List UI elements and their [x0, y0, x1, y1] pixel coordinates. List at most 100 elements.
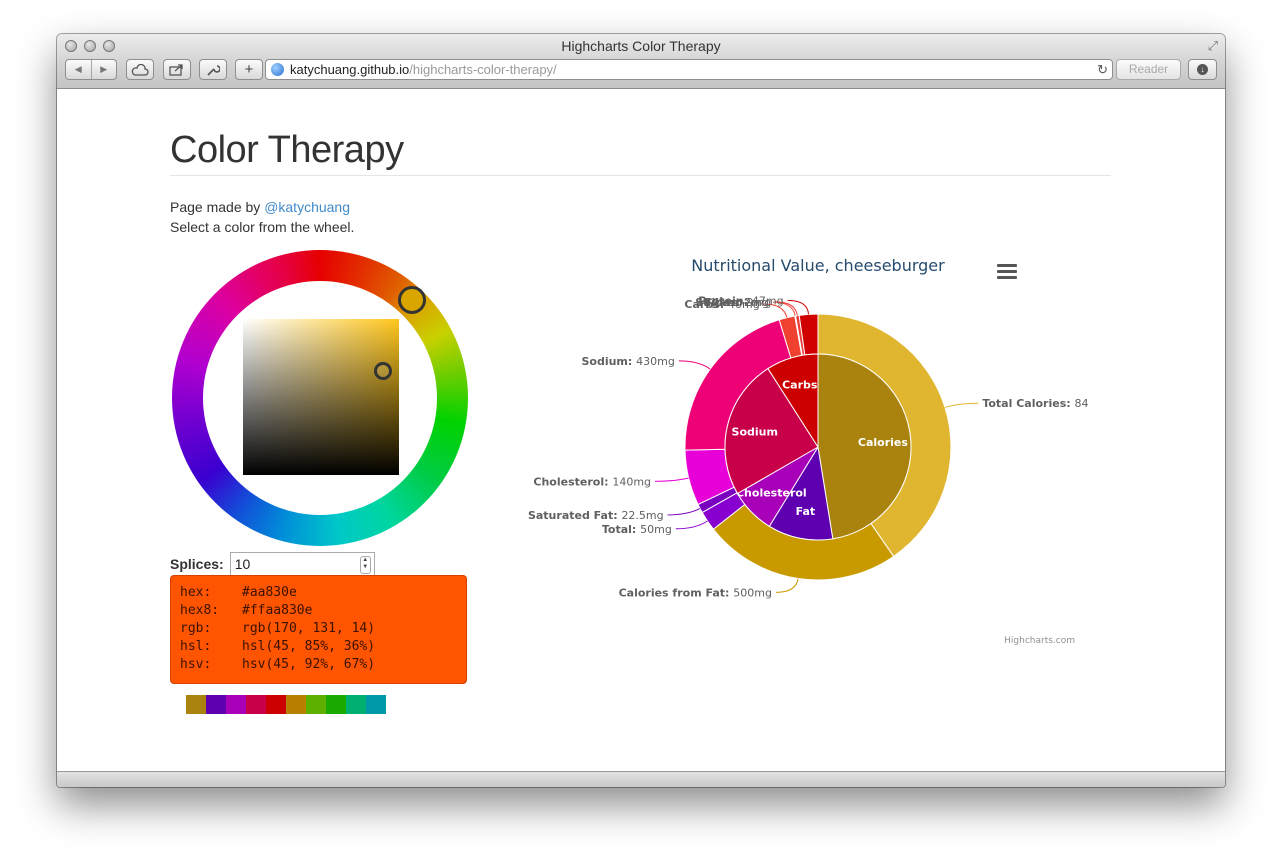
color-format-value: #ffaa830e: [242, 603, 313, 618]
outer-data-label: Calories from Fat: 500mg: [619, 586, 772, 599]
reader-button[interactable]: Reader: [1116, 59, 1181, 80]
browser-window: Highcharts Color Therapy ⤢ ◀ ▶ + katychu…: [57, 34, 1225, 787]
color-format-label: hsl:: [180, 639, 212, 654]
stepper-arrows-icon[interactable]: ▲ ▼: [359, 556, 371, 574]
back-forward-buttons: ◀ ▶: [65, 59, 117, 80]
splices-value: 10: [234, 556, 251, 572]
page-title: Color Therapy: [170, 129, 404, 171]
outer-data-label: Total Calories: 84: [982, 397, 1088, 410]
color-format-value: hsl(45, 85%, 36%): [242, 639, 376, 654]
outer-data-label: Cholesterol: 140mg: [533, 475, 651, 488]
new-tab-button[interactable]: +: [235, 59, 263, 80]
color-format-label: hex8:: [180, 603, 220, 618]
color-format-value: rgb(170, 131, 14): [242, 621, 376, 636]
chart-title: Nutritional Value, cheeseburger: [691, 256, 945, 275]
color-format-label: hsv:: [180, 657, 212, 672]
window-title: Highcharts Color Therapy: [561, 38, 721, 54]
fullscreen-icon[interactable]: ⤢: [1208, 38, 1218, 54]
nutrition-chart: Nutritional Value, cheeseburger Total Cal…: [492, 239, 1107, 669]
label-value: 430mg: [636, 355, 675, 368]
color-swatch[interactable]: [226, 695, 246, 714]
wrench-icon: [207, 64, 220, 76]
outer-data-label: Saturated Fat: 22.5mg: [528, 509, 664, 522]
color-swatch[interactable]: [286, 695, 306, 714]
label-connector: [678, 360, 711, 370]
color-info-row: hsl: hsl(45, 85%, 36%): [180, 638, 466, 656]
inner-data-label: Sodium: [732, 426, 778, 439]
label-connector: [675, 520, 708, 530]
label-name: Cholesterol:: [533, 475, 612, 488]
color-info-row: rgb: rgb(170, 131, 14): [180, 620, 466, 638]
label-name: Total Calories:: [982, 397, 1074, 410]
inner-data-label: Calories: [858, 436, 908, 449]
color-info-row: hex: #aa830e: [180, 584, 466, 602]
icloud-tabs-button[interactable]: [126, 59, 154, 80]
label-name: Sodium:: [581, 355, 636, 368]
label-name: Protein:: [698, 294, 752, 307]
inner-data-label: Fat: [796, 505, 816, 518]
plus-icon: +: [244, 61, 254, 78]
hue-handle[interactable]: [398, 286, 426, 314]
made-by-line: Page made by @katychuang: [170, 199, 350, 215]
chart-menu-icon[interactable]: [997, 264, 1017, 280]
color-swatch[interactable]: [366, 695, 386, 714]
color-swatch[interactable]: [326, 695, 346, 714]
label-name: Total:: [602, 523, 640, 536]
label-value: 50mg: [640, 523, 672, 536]
color-info-row: hsv: hsv(45, 92%, 67%): [180, 656, 466, 674]
label-connector: [667, 508, 701, 516]
cloud-icon: [131, 63, 149, 76]
downloads-button[interactable]: ↓: [1188, 59, 1217, 80]
address-bar[interactable]: katychuang.github.io/highcharts-color-th…: [265, 59, 1113, 80]
outer-data-label: Sodium: 430mg: [581, 355, 674, 368]
label-name: Calories from Fat:: [619, 586, 734, 599]
color-format-value: hsv(45, 92%, 67%): [242, 657, 376, 672]
label-value: 84: [1074, 397, 1088, 410]
splices-control: Splices: 10 ▲ ▼: [170, 552, 375, 576]
color-swatch[interactable]: [206, 695, 226, 714]
url-host: katychuang.github.io: [290, 62, 410, 77]
color-info-row: hex8: #ffaa830e: [180, 602, 466, 620]
label-connector: [655, 477, 689, 482]
label-value: 22.5mg: [621, 509, 663, 522]
share-icon: [169, 64, 183, 76]
made-by-text: Page made by: [170, 199, 261, 215]
status-bar: [57, 771, 1225, 787]
color-format-value: #aa830e: [242, 585, 297, 600]
chart-canvas: Nutritional Value, cheeseburger Total Cal…: [528, 256, 1089, 646]
color-swatch[interactable]: [266, 695, 286, 714]
saturation-value-picker[interactable]: [243, 319, 399, 475]
back-icon[interactable]: ◀: [66, 64, 91, 75]
color-swatch[interactable]: [306, 695, 326, 714]
inner-data-label: Carbs: [782, 379, 818, 392]
develop-button[interactable]: [199, 59, 227, 80]
color-format-label: hex:: [180, 585, 212, 600]
color-info-panel: hex: #aa830e hex8: #ffaa830e rgb: rgb(170, 13…: [170, 575, 467, 684]
title-bar: Highcharts Color Therapy ⤢ ◀ ▶ + katychu…: [57, 34, 1225, 89]
reload-icon[interactable]: ↻: [1097, 62, 1108, 78]
share-button[interactable]: [163, 59, 191, 80]
color-swatch[interactable]: [186, 695, 206, 714]
color-wheel[interactable]: [170, 248, 470, 548]
page-content: Color Therapy Page made by @katychuang S…: [57, 89, 1225, 772]
label-value: 47mg: [752, 294, 784, 307]
color-swatches: [186, 695, 386, 714]
outer-data-label: Protein: 47mg: [698, 294, 783, 307]
color-format-label: rgb:: [180, 621, 212, 636]
title-divider: [170, 175, 1111, 176]
forward-icon[interactable]: ▶: [92, 64, 117, 75]
color-swatch[interactable]: [246, 695, 266, 714]
instruction-text: Select a color from the wheel.: [170, 219, 355, 235]
outer-data-label: Total: 50mg: [602, 523, 672, 536]
globe-icon: [271, 63, 284, 76]
color-swatch[interactable]: [346, 695, 366, 714]
chart-credits: Highcharts.com: [1004, 636, 1075, 646]
label-value: 500mg: [733, 586, 772, 599]
label-value: 140mg: [612, 475, 651, 488]
label-connector: [775, 578, 799, 593]
splices-input[interactable]: 10 ▲ ▼: [229, 552, 375, 576]
url-path: /highcharts-color-therapy/: [409, 62, 557, 77]
author-link[interactable]: @katychuang: [264, 199, 350, 215]
splices-label: Splices:: [170, 556, 224, 572]
saturation-value-handle[interactable]: [374, 362, 392, 380]
